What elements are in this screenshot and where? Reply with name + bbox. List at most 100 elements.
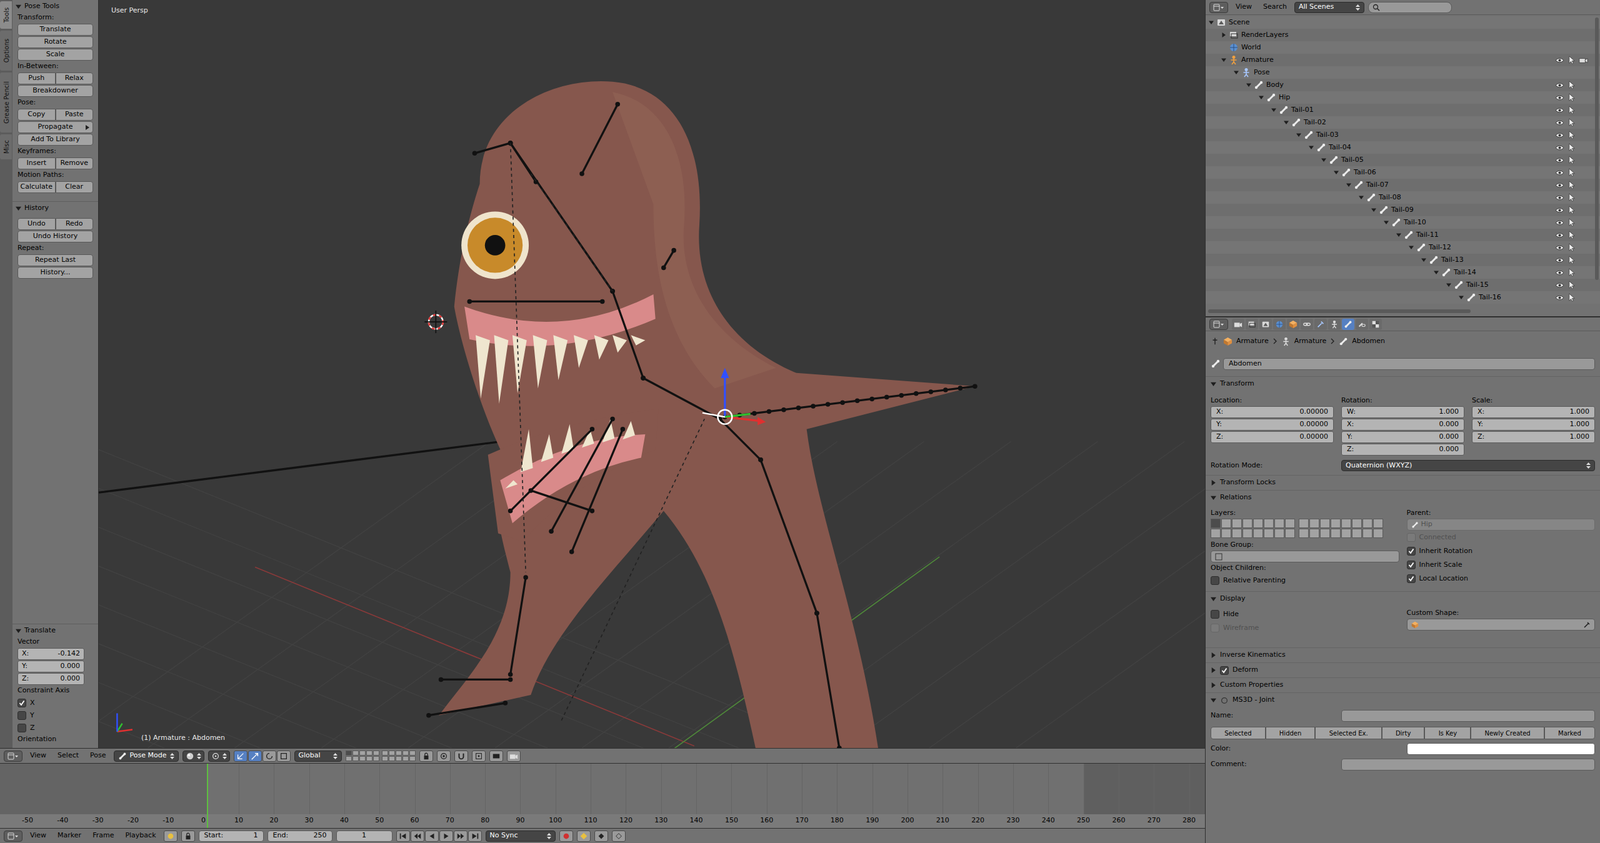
tool-button[interactable]: Relax [55,72,94,85]
checkbox[interactable] [17,711,27,720]
dropdown[interactable]: Pose Mode [113,750,179,762]
flag-toggle[interactable]: Is Key [1424,726,1471,740]
disclosure[interactable] [1320,156,1328,164]
layer-button[interactable] [1298,518,1309,529]
outliner-row[interactable]: Tail-10 [1205,216,1600,229]
tool-button[interactable]: Propagate [17,121,94,134]
layer-button[interactable] [366,756,373,762]
breadcrumb-item[interactable]: Abdomen [1351,336,1385,347]
previous-keyframe-button[interactable] [410,830,425,842]
number-field[interactable]: X:-0.142 [17,648,85,660]
outliner-row[interactable]: Tail-14 [1205,266,1600,279]
outliner-name[interactable]: Tail-09 [1391,205,1414,216]
outliner-row[interactable]: Tail-02 [1205,116,1600,129]
outliner-row[interactable]: Tail-12 [1205,241,1600,254]
disclosure[interactable] [1245,81,1253,89]
checkbox[interactable] [1406,574,1416,584]
editor-type-button[interactable] [3,750,23,762]
tool-button[interactable]: Add To Library [17,133,94,146]
insert-key-button[interactable] [594,830,609,842]
dropdown[interactable]: Global [294,750,342,762]
end-frame-field[interactable]: End:250 [267,830,333,842]
layer-button[interactable] [1373,518,1384,529]
flag-toggle[interactable]: Marked [1544,726,1595,740]
disclosure[interactable] [1232,68,1240,77]
number-field[interactable]: Y:0.000 [17,660,85,673]
bone-name-field[interactable]: Abdomen [1223,358,1595,370]
disclosure[interactable] [1432,268,1440,277]
outliner-row[interactable]: Tail-16 [1205,291,1600,304]
tool-button[interactable]: Repeat Last [17,254,94,267]
shelf-tab[interactable]: Tools [0,1,12,29]
menu-item[interactable]: Marker [53,830,85,842]
disclosure[interactable] [1270,106,1278,114]
checkbox[interactable] [1210,610,1220,619]
panel-header[interactable]: Display [1205,591,1600,607]
next-keyframe-button[interactable] [453,830,468,842]
outliner-name[interactable]: Tail-15 [1466,280,1489,291]
context-tab[interactable] [1231,318,1245,330]
play-reverse-button[interactable] [425,830,439,842]
keying-set-button[interactable] [576,830,591,842]
tool-button[interactable]: Push [17,72,56,85]
layer-button[interactable] [395,756,402,762]
disclosure[interactable] [1345,181,1353,189]
tool-button[interactable]: Rotate [17,36,94,49]
manipulator-toggle[interactable] [276,750,291,762]
menu-item[interactable]: View [1231,1,1256,13]
outliner-row[interactable]: Body [1205,78,1600,92]
tool-button[interactable]: Redo [55,218,94,230]
layer-button[interactable] [402,756,409,762]
disclosure[interactable] [1445,281,1453,289]
layer-button[interactable] [373,756,380,762]
layer-button[interactable] [1210,518,1221,529]
layer-button[interactable] [359,756,366,762]
menu-item[interactable]: Pose [86,750,110,762]
outliner-name[interactable]: Hip [1278,92,1290,104]
disclosure[interactable] [1307,143,1315,152]
number-field[interactable]: X:0.000 [1341,418,1465,431]
manipulator-toggle[interactable] [248,750,262,762]
layer-button[interactable] [1330,518,1341,529]
layer-button[interactable] [1341,528,1352,539]
checkbox[interactable] [17,698,27,708]
ms3d-name-field[interactable] [1341,710,1595,722]
shelf-tab[interactable]: Misc [0,134,12,160]
layer-button[interactable] [1221,518,1232,529]
checkbox-row[interactable]: Hide [1210,607,1400,622]
checkbox[interactable] [1406,560,1416,570]
tool-button[interactable]: Copy [17,108,56,121]
context-tab[interactable] [1259,318,1272,330]
outliner-row[interactable]: Tail-08 [1205,191,1600,204]
editor-type-button[interactable] [3,830,23,842]
context-tab[interactable] [1328,318,1341,330]
outliner-row[interactable]: Hip [1205,91,1600,104]
layer-button[interactable] [366,750,373,756]
outliner-name[interactable]: Tail-02 [1303,117,1327,129]
number-field[interactable]: Z:0.000 [1341,443,1465,456]
disclosure[interactable] [1220,56,1228,64]
tool-button[interactable]: Remove [55,157,94,170]
context-tab[interactable] [1273,318,1286,330]
proportional-edit-button[interactable] [436,750,451,762]
outliner-tree[interactable]: SceneRenderLayersWorldArmaturePoseBodyHi… [1205,15,1600,307]
number-field[interactable]: X:0.00000 [1210,406,1334,419]
tool-button[interactable]: Breakdowner [17,85,94,97]
outliner-row[interactable]: Tail-04 [1205,141,1600,154]
tool-button[interactable]: Clear [55,181,94,194]
layer-button[interactable] [402,750,409,756]
layer-button[interactable] [1253,518,1264,529]
menu-item[interactable]: Search [1259,1,1291,13]
outliner-row[interactable]: RenderLayers [1205,28,1600,42]
outliner-vscroll[interactable] [1595,17,1599,280]
checkbox-row[interactable]: X [17,696,85,710]
layer-button[interactable] [1298,528,1309,539]
outliner-row[interactable]: Tail-15 [1205,278,1600,292]
number-field[interactable]: Y:1.000 [1471,418,1595,431]
editor-type-button[interactable] [1209,1,1229,14]
panel-header[interactable]: History [12,201,99,215]
outliner-name[interactable]: Tail-08 [1378,192,1402,204]
tool-button[interactable]: Calculate [17,181,56,194]
flag-toggle[interactable]: Selected Ex. [1315,726,1382,740]
layer-button[interactable] [1320,518,1330,529]
